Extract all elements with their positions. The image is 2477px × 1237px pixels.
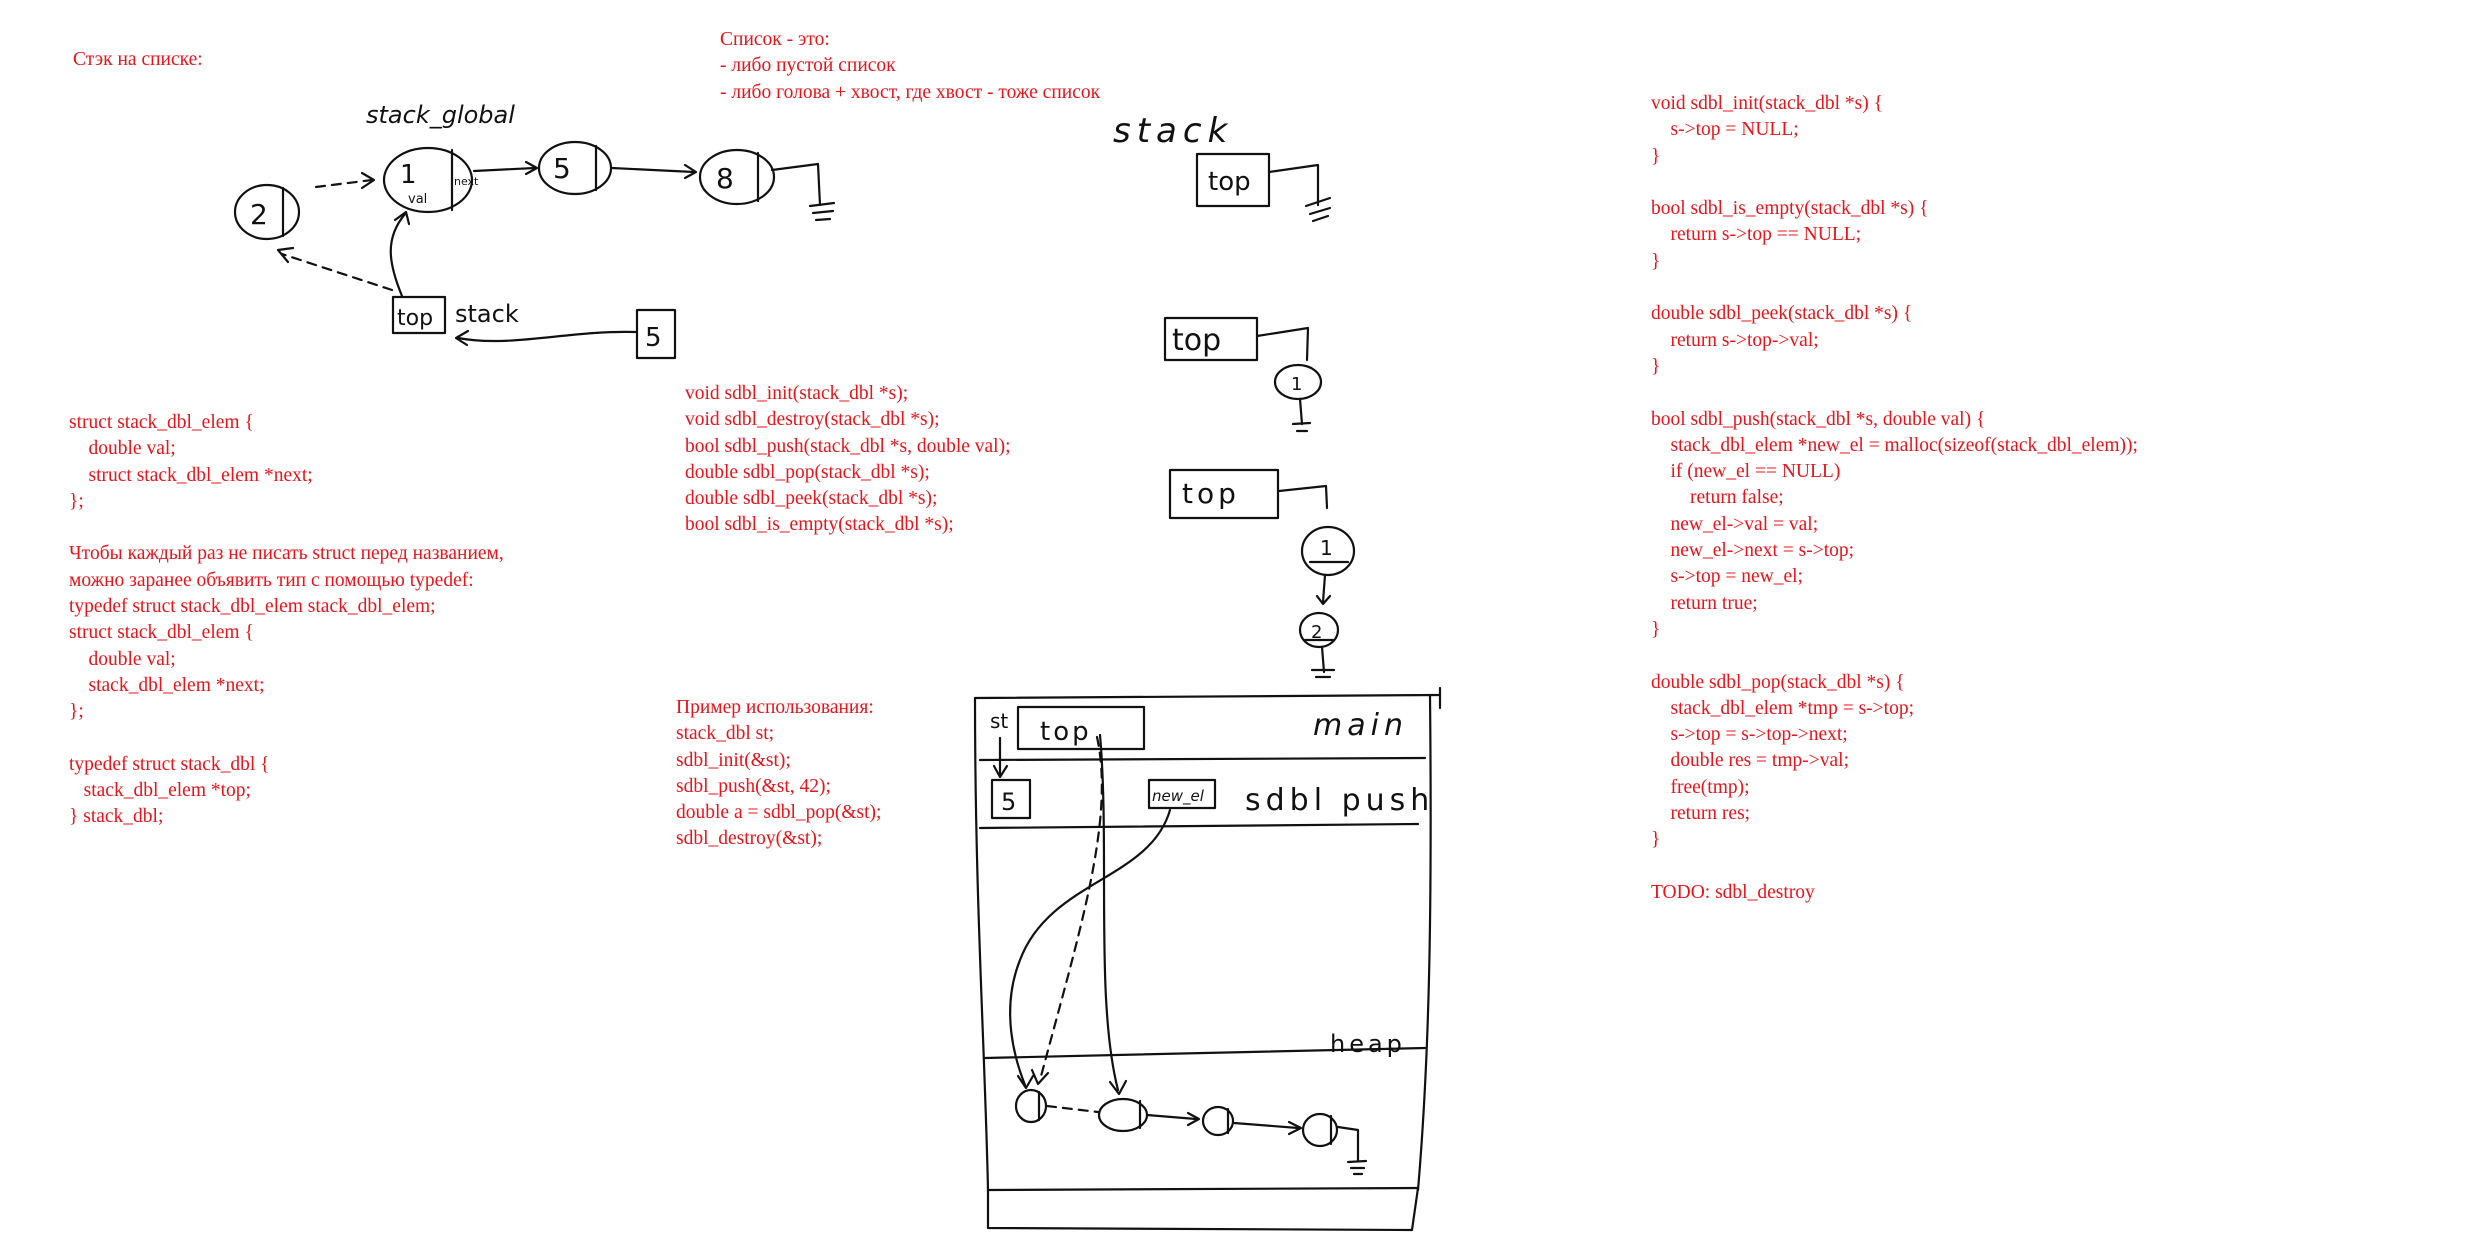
- top-box-3-label: top: [1182, 477, 1240, 510]
- linked-list-sketch: stack_global 2 1 val next 5 8 top stack: [233, 101, 836, 360]
- node-5-value: 5: [553, 152, 571, 185]
- memory-new-el-label: new_el: [1152, 787, 1205, 806]
- top-box-1-label: top: [1208, 167, 1251, 197]
- push-value: 5: [645, 323, 662, 353]
- stack-label: stack: [455, 300, 519, 328]
- memory-heap-label: heap: [1330, 1030, 1406, 1058]
- heap-node-1: [1014, 1088, 1048, 1124]
- memory-top-label: top: [1040, 717, 1092, 747]
- stack-evolution-sketch: stack top top 1 top 1 2: [1113, 111, 1356, 679]
- node-2-value: 2: [250, 198, 268, 231]
- node-8-value: 8: [716, 162, 734, 195]
- val-label: val: [408, 192, 427, 207]
- memory-sdbl-push-label: sdbl push: [1245, 783, 1434, 818]
- memory-right-border: [1416, 693, 1432, 1192]
- node-5: [537, 140, 613, 196]
- memory-top-border: [973, 693, 1442, 700]
- top-box-2-label: top: [1172, 323, 1221, 358]
- node-1-value: 1: [400, 160, 417, 190]
- node-two-value: 2: [1311, 622, 1322, 643]
- next-label: next: [454, 175, 479, 188]
- memory-st-label: st: [990, 709, 1008, 733]
- memory-left-border: [973, 696, 990, 1192]
- memory-main-label: main: [1313, 708, 1408, 743]
- node-8: [698, 148, 776, 206]
- node-one-b-value: 1: [1320, 536, 1333, 560]
- stack-global-label: stack_global: [366, 101, 515, 129]
- node-one-a-value: 1: [1291, 374, 1302, 395]
- stack-heading: stack: [1113, 111, 1233, 151]
- top-box-label: top: [397, 306, 433, 331]
- memory-value-5: 5: [1001, 788, 1016, 816]
- memory-layout-sketch: st top main 5 new_el sdbl push heap: [973, 686, 1442, 1232]
- handwritten-sketches: stack_global 2 1 val next 5 8 top stack: [233, 101, 1442, 1232]
